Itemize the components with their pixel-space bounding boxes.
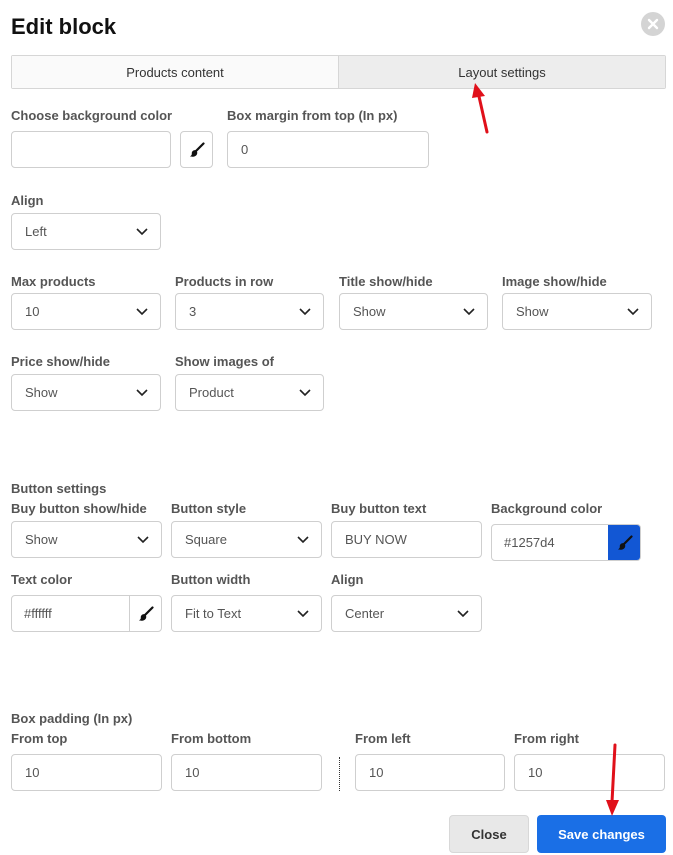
background-color-input[interactable]: #1257d4 [492,525,608,560]
chevron-down-icon [136,388,148,396]
tab-bar: Products content Layout settings [11,55,666,89]
chevron-down-icon [297,535,309,543]
chevron-down-icon [463,307,475,315]
show-images-of-select[interactable]: Product [175,374,324,411]
chevron-down-icon [136,227,148,235]
chevron-down-icon [299,388,311,396]
from-left-label: From left [355,731,411,746]
from-left-input[interactable]: 10 [355,754,505,791]
button-style-value: Square [185,532,227,547]
bg-color-label: Choose background color [11,108,173,123]
max-products-value: 10 [25,304,40,319]
show-images-of-value: Product [189,385,234,400]
products-in-row-select[interactable]: 3 [175,293,324,330]
from-right-label: From right [514,731,579,746]
divider [339,757,340,791]
products-in-row-label: Products in row [175,274,274,289]
text-color-label: Text color [11,572,73,587]
bg-color-picker-button[interactable] [180,131,213,168]
price-show-value: Show [25,385,58,400]
image-show-select[interactable]: Show [502,293,652,330]
title-show-select[interactable]: Show [339,293,488,330]
text-color-picker-button[interactable] [129,596,161,631]
buy-button-show-label: Buy button show/hide [11,501,147,516]
align-select-value: Left [25,224,47,239]
chevron-down-icon [297,609,309,617]
button-width-value: Fit to Text [185,606,242,621]
dialog-title: Edit block [11,14,117,39]
image-show-value: Show [516,304,549,319]
align-label: Align [11,193,44,208]
text-color-input[interactable]: #ffffff [12,596,129,631]
button-width-select[interactable]: Fit to Text [171,595,322,632]
button-width-label: Button width [171,572,251,587]
background-color-label: Background color [491,501,603,516]
paint-brush-icon [617,534,633,550]
button-align-label: Align [331,572,364,587]
chevron-down-icon [137,535,149,543]
from-bottom-input[interactable]: 10 [171,754,322,791]
box-margin-label: Box margin from top (In px) [227,108,398,123]
show-images-of-label: Show images of [175,354,274,369]
button-align-select[interactable]: Center [331,595,482,632]
align-select[interactable]: Left [11,213,161,250]
text-color-field: #ffffff [11,595,162,632]
chevron-down-icon [299,307,311,315]
title-show-value: Show [353,304,386,319]
background-color-picker-button[interactable] [608,525,640,560]
from-bottom-label: From bottom [171,731,252,746]
from-top-input[interactable]: 10 [11,754,162,791]
button-style-label: Button style [171,501,247,516]
paint-brush-icon [189,141,205,157]
paint-brush-icon [138,605,154,621]
bg-color-input[interactable] [11,131,171,168]
image-show-label: Image show/hide [502,274,607,289]
from-right-input[interactable]: 10 [514,754,665,791]
background-color-field: #1257d4 [491,524,641,561]
button-style-select[interactable]: Square [171,521,322,558]
title-show-label: Title show/hide [339,274,433,289]
close-button[interactable]: Close [449,815,529,853]
products-in-row-value: 3 [189,304,197,319]
max-products-label: Max products [11,274,96,289]
buy-button-show-value: Show [25,532,58,547]
tab-layout-settings[interactable]: Layout settings [338,56,665,88]
box-margin-input[interactable]: 0 [227,131,429,168]
chevron-down-icon [457,609,469,617]
chevron-down-icon [136,307,148,315]
buy-button-text-input[interactable]: BUY NOW [331,521,482,558]
max-products-select[interactable]: 10 [11,293,161,330]
chevron-down-icon [627,307,639,315]
price-show-label: Price show/hide [11,354,110,369]
buy-button-show-select[interactable]: Show [11,521,162,558]
price-show-select[interactable]: Show [11,374,161,411]
from-top-label: From top [11,731,68,746]
button-align-value: Center [345,606,385,621]
tab-products-content[interactable]: Products content [12,56,338,88]
save-changes-button[interactable]: Save changes [537,815,666,853]
buy-button-text-label: Buy button text [331,501,427,516]
close-dialog-icon[interactable] [641,12,665,36]
button-settings-heading: Button settings [11,481,107,496]
box-padding-heading: Box padding (In px) [11,711,133,726]
